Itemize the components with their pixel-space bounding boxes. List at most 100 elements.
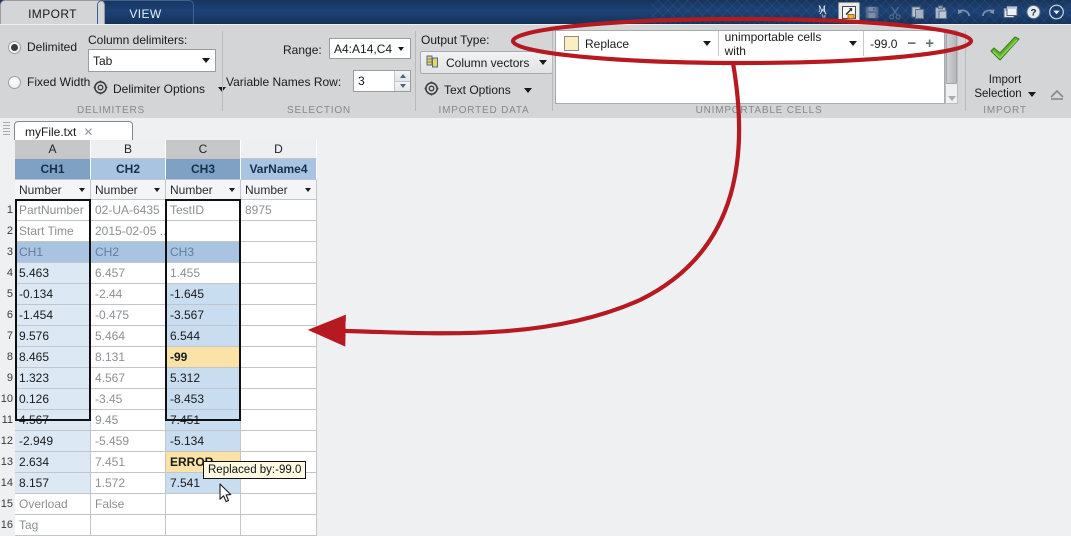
row-number[interactable]: 6 [0,305,15,326]
scrollbar-thumb[interactable] [946,32,957,84]
increment-button[interactable]: + [925,35,934,52]
save-icon[interactable] [861,2,883,23]
scroll-down-arrow[interactable] [947,84,956,103]
collapse-ribbon-button[interactable] [1049,87,1065,104]
table-cell[interactable] [241,242,317,263]
replace-action-select[interactable]: Replace [556,31,719,56]
table-cell[interactable]: 5.464 [91,326,166,347]
table-cell[interactable]: 8.131 [91,347,166,368]
table-cell[interactable]: 7.451 [91,452,166,473]
table-cell[interactable] [166,221,241,242]
radio-delimited[interactable]: Delimited [8,40,77,54]
table-cell[interactable]: -3.567 [166,305,241,326]
table-cell[interactable]: -5.134 [166,431,241,452]
layout-icon[interactable] [999,2,1021,23]
table-cell[interactable] [241,305,317,326]
table-cell[interactable]: -3.45 [91,389,166,410]
table-cell[interactable]: -2.44 [91,284,166,305]
tab-drag-handle[interactable] [3,122,10,136]
column-header-d[interactable]: D [241,140,317,159]
table-cell[interactable]: 4.567 [15,410,91,431]
cut-icon[interactable] [884,2,906,23]
row-number[interactable]: 14 [0,473,15,494]
copy-icon[interactable] [907,2,929,23]
table-cell[interactable]: TestID [166,200,241,221]
variable-name-3[interactable]: CH3 [166,159,241,180]
row-number[interactable]: 8 [0,347,15,368]
table-cell[interactable]: 9.45 [91,410,166,431]
table-cell[interactable]: -99 [166,347,241,368]
table-cell[interactable]: 8.465 [15,347,91,368]
replace-value-field[interactable]: -99.0 − + [864,31,944,56]
row-number[interactable]: 2 [0,221,15,242]
stepper-down-button[interactable] [395,80,410,91]
column-header-a[interactable]: A [15,140,91,159]
table-cell[interactable] [166,515,241,536]
table-cell[interactable] [241,347,317,368]
document-tab-myfile[interactable]: myFile.txt ✕ [14,121,133,141]
dropdown-icon[interactable] [1045,2,1067,23]
row-number[interactable]: 5 [0,284,15,305]
column-delimiters-select[interactable]: Tab [88,49,216,72]
table-cell[interactable]: Start Time [15,221,91,242]
text-options-button[interactable]: Text Options [420,79,536,101]
range-select[interactable]: A4:A14,C4:... [329,38,411,59]
column-type-select-3[interactable]: Number [166,180,241,200]
table-cell[interactable]: False [91,494,166,515]
row-number[interactable]: 15 [0,494,15,515]
table-cell[interactable]: 5.312 [166,368,241,389]
variable-name-2[interactable]: CH2 [91,159,166,180]
row-number[interactable]: 1 [0,200,15,221]
undo-icon[interactable] [953,2,975,23]
table-cell[interactable]: -8.453 [166,389,241,410]
table-cell[interactable] [241,515,317,536]
table-cell[interactable]: -5.459 [91,431,166,452]
column-type-select-4[interactable]: Number [241,180,317,200]
row-number[interactable]: 11 [0,410,15,431]
variable-name-1[interactable]: CH1 [15,159,91,180]
unimportable-panel-scrollbar[interactable] [945,30,958,104]
table-cell[interactable]: 6.544 [166,326,241,347]
tab-view[interactable]: VIEW [97,0,194,24]
row-number[interactable]: 10 [0,389,15,410]
table-cell[interactable] [241,326,317,347]
table-cell[interactable]: CH2 [91,242,166,263]
table-cell[interactable]: 5.463 [15,263,91,284]
table-cell[interactable]: 0.126 [15,389,91,410]
decrement-button[interactable]: − [907,35,916,52]
column-header-c[interactable]: C [166,140,241,159]
column-type-select-1[interactable]: Number [15,180,91,200]
table-cell[interactable]: Tag [15,515,91,536]
table-cell[interactable] [241,284,317,305]
table-cell[interactable]: -2.949 [15,431,91,452]
table-cell[interactable]: 9.576 [15,326,91,347]
radio-fixed-width[interactable]: Fixed Width [8,75,90,89]
row-number[interactable]: 4 [0,263,15,284]
table-cell[interactable]: Overload [15,494,91,515]
variable-names-row-stepper[interactable]: 3 [353,70,411,92]
table-cell[interactable] [241,431,317,452]
row-number[interactable]: 7 [0,326,15,347]
table-cell[interactable]: 1.323 [15,368,91,389]
tab-import[interactable]: IMPORT [0,0,105,24]
table-cell[interactable]: 1.455 [166,263,241,284]
table-cell[interactable] [241,389,317,410]
table-cell[interactable]: -0.134 [15,284,91,305]
table-cell[interactable]: 8.157 [15,473,91,494]
import-selection-button[interactable]: Import Selection [966,35,1044,101]
column-type-select-2[interactable]: Number [91,180,166,200]
delimiter-options-button[interactable]: Delimiter Options [89,78,230,100]
table-cell[interactable]: 02-UA-6435 [91,200,166,221]
table-cell[interactable]: 2015-02-05 ... [91,221,166,242]
table-cell[interactable] [241,494,317,515]
table-cell[interactable]: CH3 [166,242,241,263]
output-type-button[interactable]: Column vectors [420,51,554,74]
table-cell[interactable]: 4.567 [91,368,166,389]
help-icon[interactable]: ? ? [1022,2,1044,23]
stepper-up-button[interactable] [395,71,410,81]
replace-target-select[interactable]: unimportable cells with [718,30,865,58]
table-cell[interactable]: CH1 [15,242,91,263]
table-cell[interactable]: 1.572 [91,473,166,494]
table-cell[interactable] [241,263,317,284]
table-cell[interactable] [91,515,166,536]
